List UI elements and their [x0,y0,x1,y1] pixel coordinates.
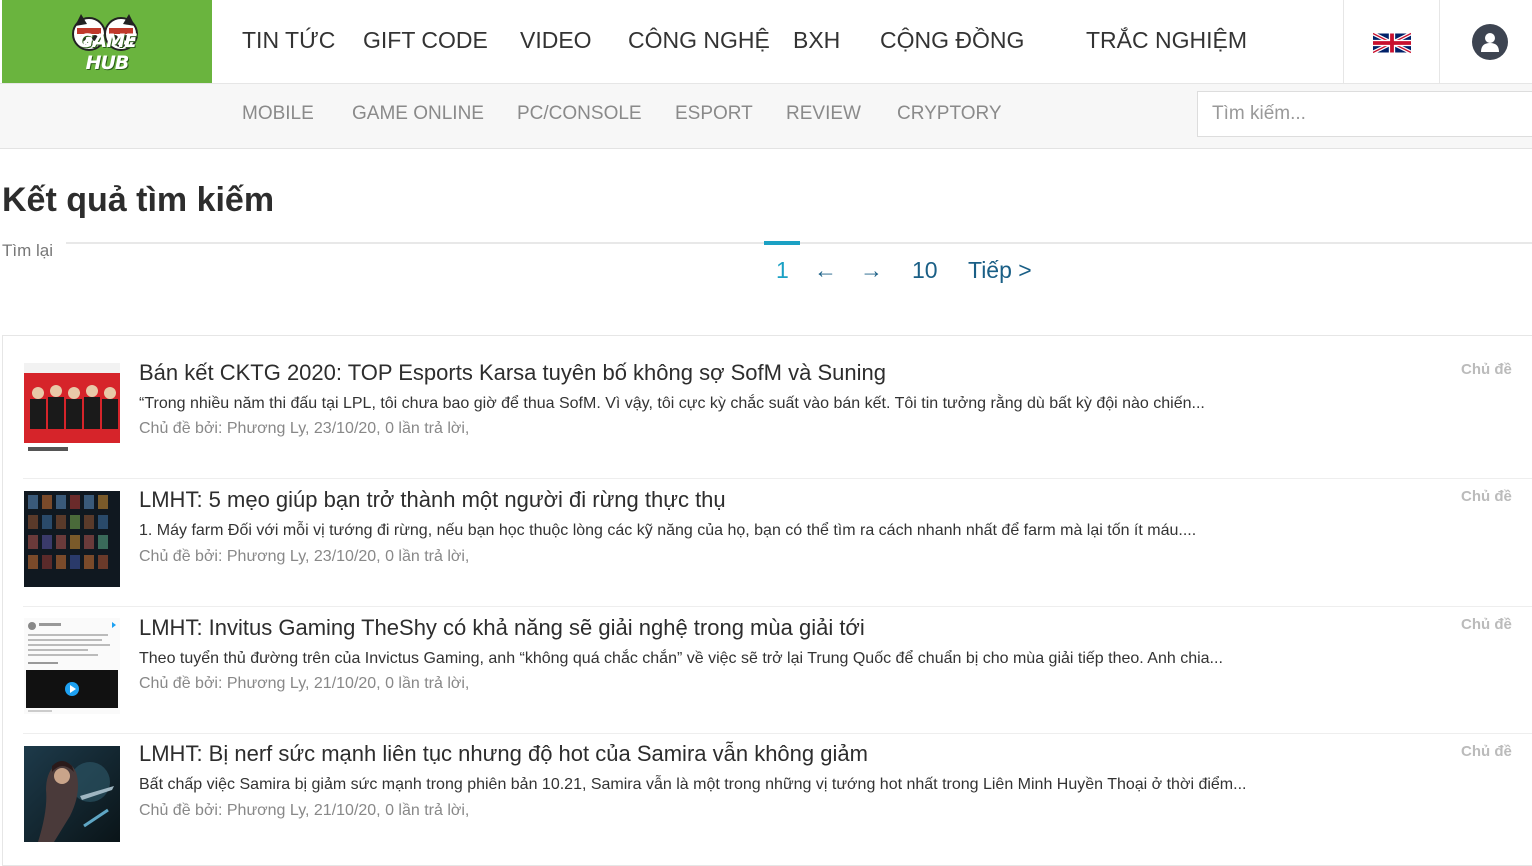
nav-bxh[interactable]: BXH [793,27,840,54]
nav-trac-nghiem[interactable]: TRẮC NGHIỆM [1086,27,1247,54]
game-hub-logo: GAME HUB [57,10,157,74]
divider [1439,0,1440,83]
search-again-link[interactable]: Tìm lại [2,241,53,261]
list-item: LMHT: Invitus Gaming TheShy có khả năng … [3,606,1532,734]
result-snippet: Bất chấp việc Samira bị giảm sức mạnh tr… [139,776,1247,793]
result-type-badge: Chủ đề [1461,361,1512,378]
result-thumbnail[interactable] [24,363,120,459]
list-item: LMHT: 5 mẹo giúp bạn trở thành một người… [3,478,1532,606]
language-button[interactable] [1372,31,1412,55]
next-page-link[interactable]: Tiếp > [968,257,1032,284]
page-10-link[interactable]: 10 [912,257,938,284]
result-meta: Chủ đề bởi: Phương Ly, 23/10/20, 0 lần t… [139,548,470,565]
subnav-esport[interactable]: ESPORT [675,103,753,125]
uk-flag-icon [1372,31,1412,55]
result-snippet: Theo tuyển thủ đường trên của Invictus G… [139,650,1223,667]
nav-video[interactable]: VIDEO [520,27,592,54]
subnav-cryptory[interactable]: CRYPTORY [897,103,1002,125]
subnav-mobile[interactable]: MOBILE [242,103,314,125]
tweet-screenshot-icon [24,618,120,714]
sub-nav-bar: MOBILE GAME ONLINE PC/CONSOLE ESPORT REV… [0,84,1532,149]
subnav-pc-console[interactable]: PC/CONSOLE [517,103,642,125]
result-meta: Chủ đề bởi: Phương Ly, 21/10/20, 0 lần t… [139,802,470,819]
list-item: Bán kết CKTG 2020: TOP Esports Karsa tuy… [3,336,1532,464]
prev-page-arrow[interactable]: ← [814,257,837,284]
champion-grid-icon [24,491,120,587]
result-snippet: 1. Máy farm Đối với mỗi vị tướng đi rừng… [139,522,1197,539]
team-photo-icon [24,363,120,459]
result-type-badge: Chủ đề [1461,616,1512,633]
search-results-list: Bán kết CKTG 2020: TOP Esports Karsa tuy… [2,335,1532,866]
nav-gift-code[interactable]: GIFT CODE [363,27,488,54]
result-title[interactable]: LMHT: 5 mẹo giúp bạn trở thành một người… [139,487,726,513]
result-thumbnail[interactable] [24,746,120,842]
result-type-badge: Chủ đề [1461,488,1512,505]
page-1-link[interactable]: 1 [776,257,789,284]
site-logo[interactable]: GAME HUB [2,0,212,83]
user-icon [1481,33,1499,52]
nav-cong-dong[interactable]: CỘNG ĐỒNG [880,27,1024,54]
samira-splash-icon [24,746,120,842]
next-page-arrow[interactable]: → [860,257,883,284]
result-title[interactable]: LMHT: Bị nerf sức mạnh liên tục nhưng độ… [139,741,868,767]
page-title: Kết quả tìm kiếm [2,181,275,219]
result-thumbnail[interactable] [24,491,120,587]
list-item: LMHT: Bị nerf sức mạnh liên tục nhưng độ… [3,733,1532,861]
subnav-game-online[interactable]: GAME ONLINE [352,103,484,125]
result-type-badge: Chủ đề [1461,743,1512,760]
user-account-button[interactable] [1472,24,1508,60]
result-snippet: “Trong nhiều năm thi đấu tại LPL, tôi ch… [139,395,1205,412]
result-meta: Chủ đề bởi: Phương Ly, 21/10/20, 0 lần t… [139,675,470,692]
result-title[interactable]: Bán kết CKTG 2020: TOP Esports Karsa tuy… [139,360,886,386]
divider [1343,0,1344,83]
result-meta: Chủ đề bởi: Phương Ly, 23/10/20, 0 lần t… [139,420,470,437]
top-header: GAME HUB TIN TỨC GIFT CODE VIDEO CÔNG NG… [0,0,1532,84]
nav-cong-nghe[interactable]: CÔNG NGHỆ [628,27,770,54]
result-thumbnail[interactable] [24,618,120,714]
logo-wordmark: GAME HUB [77,29,137,74]
nav-tin-tuc[interactable]: TIN TỨC [242,27,335,54]
search-input[interactable] [1197,91,1532,137]
result-title[interactable]: LMHT: Invitus Gaming TheShy có khả năng … [139,615,865,641]
pager-active-indicator [764,241,800,245]
subnav-review[interactable]: REVIEW [786,103,861,125]
